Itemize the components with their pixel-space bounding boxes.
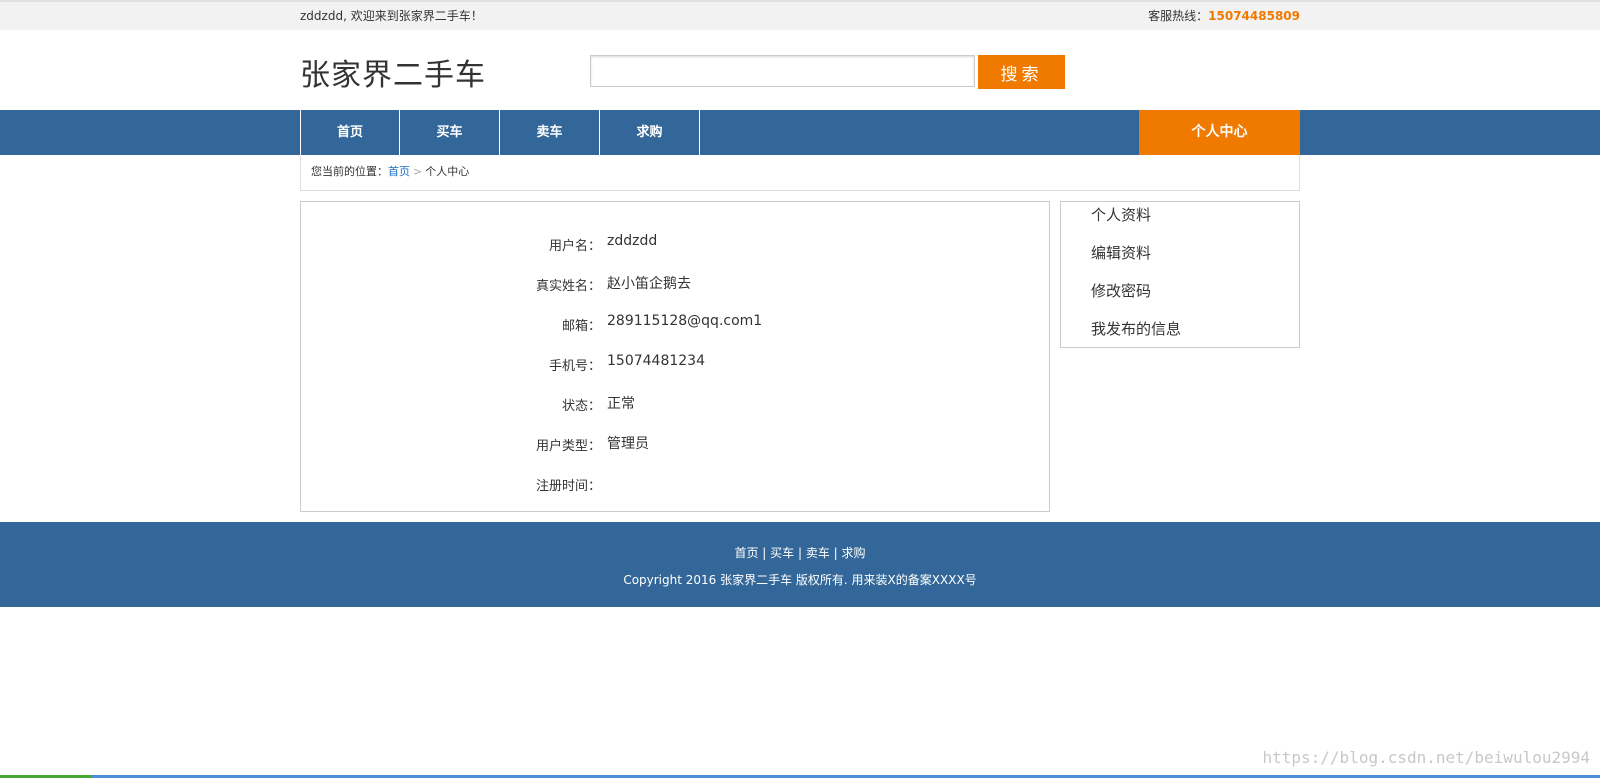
- hotline-label: 客服热线：: [1148, 9, 1209, 23]
- profile-info-panel: 用户名： zddzdd 真实姓名： 赵小笛企鹅去 邮箱： 289115128@q…: [300, 201, 1050, 512]
- register-time-label: 注册时间：: [535, 479, 601, 494]
- nav-item-wanted[interactable]: 求购: [600, 110, 700, 155]
- profile-row-register-time: 注册时间：: [301, 473, 1051, 494]
- welcome-text: zddzdd, 欢迎来到张家界二手车！: [300, 9, 483, 23]
- nav-item-sell-car[interactable]: 卖车: [500, 110, 600, 155]
- footer: 首页 | 买车 | 卖车 | 求购 Copyright 2016 张家界二手车 …: [0, 522, 1600, 607]
- footer-link-sell-car[interactable]: 卖车: [806, 546, 830, 560]
- footer-link-buy-car[interactable]: 买车: [770, 546, 794, 560]
- footer-copyright: Copyright 2016 张家界二手车 版权所有. 用来装X的备案XXXX号: [623, 573, 977, 587]
- profile-row-status: 状态： 正常: [301, 393, 1051, 414]
- search-input[interactable]: [590, 55, 975, 87]
- footer-links: 首页 | 买车 | 卖车 | 求购: [0, 544, 1600, 561]
- breadcrumb-separator: >: [413, 165, 423, 178]
- profile-row-phone: 手机号： 15074481234: [301, 353, 1051, 374]
- phone-label: 手机号：: [548, 359, 601, 374]
- breadcrumb-home-link[interactable]: 首页: [388, 165, 410, 178]
- site-logo[interactable]: 张家界二手车: [300, 50, 486, 94]
- footer-link-wanted[interactable]: 求购: [842, 546, 866, 560]
- profile-row-username: 用户名： zddzdd: [301, 233, 1051, 254]
- email-value: 289115128@qq.com1: [607, 313, 763, 329]
- breadcrumb: 您当前的位置：首页 > 个人中心: [300, 155, 1300, 191]
- username-label: 用户名：: [548, 239, 601, 254]
- footer-link-home[interactable]: 首页: [734, 546, 758, 560]
- top-bar: zddzdd, 欢迎来到张家界二手车！ 客服热线：15074485809: [0, 0, 1600, 30]
- footer-link-separator: |: [794, 546, 806, 560]
- side-item-profile[interactable]: 个人资料: [1091, 204, 1151, 225]
- username-value: zddzdd: [607, 233, 658, 249]
- hotline-number: 15074485809: [1208, 9, 1300, 23]
- search-button[interactable]: 搜索: [978, 55, 1065, 89]
- footer-link-separator: |: [829, 546, 842, 560]
- main-nav: 首页 买车 卖车 求购 个人中心: [0, 110, 1600, 155]
- profile-row-email: 邮箱： 289115128@qq.com1: [301, 313, 1051, 334]
- breadcrumb-prefix: 您当前的位置：: [311, 165, 388, 178]
- nav-item-personal-center[interactable]: 个人中心: [1139, 110, 1300, 155]
- user-type-value: 管理员: [607, 436, 649, 452]
- status-label: 状态：: [561, 399, 601, 414]
- side-item-edit-profile[interactable]: 编辑资料: [1091, 242, 1151, 263]
- profile-row-real-name: 真实姓名： 赵小笛企鹅去: [301, 273, 1051, 294]
- profile-row-user-type: 用户类型： 管理员: [301, 433, 1051, 454]
- user-type-label: 用户类型：: [535, 439, 601, 454]
- nav-item-buy-car[interactable]: 买车: [400, 110, 500, 155]
- side-item-change-password[interactable]: 修改密码: [1091, 280, 1151, 301]
- watermark-url: https://blog.csdn.net/beiwulou2994: [1262, 748, 1590, 767]
- status-value: 正常: [607, 396, 635, 412]
- nav-item-home[interactable]: 首页: [300, 110, 400, 155]
- phone-value: 15074481234: [607, 353, 705, 369]
- real-name-label: 真实姓名：: [535, 279, 601, 294]
- email-label: 邮箱：: [561, 319, 601, 334]
- footer-link-separator: |: [758, 546, 771, 560]
- breadcrumb-current: 个人中心: [425, 165, 470, 178]
- hotline: 客服热线：15074485809: [1148, 7, 1300, 24]
- real-name-value: 赵小笛企鹅去: [607, 276, 691, 292]
- personal-side-menu: 个人资料 编辑资料 修改密码 我发布的信息: [1060, 201, 1300, 348]
- side-item-my-posts[interactable]: 我发布的信息: [1091, 318, 1181, 339]
